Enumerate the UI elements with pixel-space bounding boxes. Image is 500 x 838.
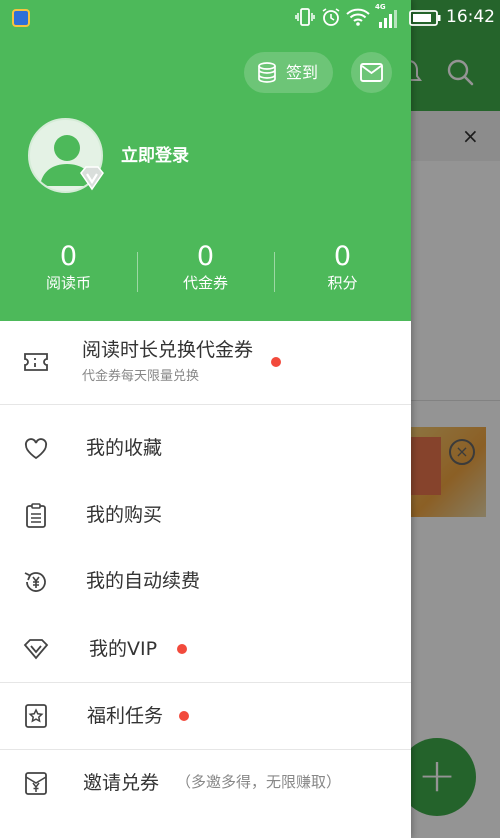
- stat-label: 代金券: [182, 274, 228, 292]
- app-notification-icon: [12, 9, 30, 27]
- stat-value: 0: [333, 241, 352, 272]
- alarm-icon: [322, 8, 340, 26]
- menu-item-purchases[interactable]: 我的购买: [0, 482, 411, 548]
- promo-subtitle: 代金券每天限量兑换: [82, 369, 200, 384]
- divider: [0, 404, 411, 405]
- stat-label: 阅读币: [45, 274, 91, 292]
- menu-label: 我的收藏: [86, 437, 163, 459]
- status-time: 16:42: [446, 7, 495, 27]
- menu-label: 福利任务: [87, 705, 164, 727]
- status-bar: 4G 16:42: [0, 0, 500, 35]
- stat-value: 0: [59, 241, 78, 272]
- task-star-icon: [25, 704, 47, 728]
- menu-label: 我的购买: [86, 504, 163, 526]
- diamond-icon: [23, 639, 49, 660]
- invite-note: （多邀多得，无限赚取）: [176, 773, 342, 791]
- new-indicator-dot: [179, 711, 189, 721]
- checkin-label: 签到: [286, 63, 319, 82]
- vibrate-icon: [295, 8, 315, 26]
- menu-label: 我的VIP: [89, 638, 158, 660]
- heart-icon: [24, 438, 48, 460]
- coin-stack-icon: [258, 62, 276, 83]
- vip-badge-icon: [80, 166, 104, 191]
- drawer-header: 签到 立即登录 0 阅读币 0 代金券 0 积分: [0, 0, 411, 321]
- stat-points[interactable]: 0 积分: [274, 241, 411, 293]
- stat-value: 0: [196, 241, 215, 272]
- login-link[interactable]: 立即登录: [121, 145, 189, 167]
- stat-vouchers[interactable]: 0 代金券: [137, 241, 274, 293]
- ticket-icon: [24, 353, 48, 371]
- navigation-drawer: 签到 立即登录 0 阅读币 0 代金券 0 积分 阅读时长兑换代金券 代金券每天…: [0, 0, 411, 838]
- receipt-icon: [26, 503, 46, 528]
- checkin-button[interactable]: 签到: [244, 52, 333, 93]
- stat-reading-coins[interactable]: 0 阅读币: [0, 241, 137, 293]
- menu-label: 我的自动续费: [86, 570, 201, 592]
- new-indicator-dot: [177, 644, 187, 654]
- invite-voucher-icon: [25, 772, 47, 795]
- menu-item-tasks[interactable]: 福利任务: [0, 683, 411, 749]
- message-button[interactable]: [351, 52, 392, 93]
- new-indicator-dot: [271, 357, 281, 367]
- menu-item-auto-renew[interactable]: 我的自动续费: [0, 548, 411, 614]
- auto-renew-icon: [24, 572, 46, 592]
- menu-item-favorites[interactable]: 我的收藏: [0, 416, 411, 482]
- wifi-icon: [346, 8, 370, 26]
- mail-icon: [360, 63, 383, 82]
- signal-icon: [379, 10, 397, 28]
- menu-item-vip[interactable]: 我的VIP: [0, 614, 411, 682]
- promo-title: 阅读时长兑换代金券: [82, 339, 254, 361]
- promo-voucher-exchange-item[interactable]: [0, 321, 411, 404]
- battery-icon: [409, 10, 441, 26]
- menu-label: 邀请兑券: [83, 772, 160, 794]
- stat-label: 积分: [327, 274, 358, 292]
